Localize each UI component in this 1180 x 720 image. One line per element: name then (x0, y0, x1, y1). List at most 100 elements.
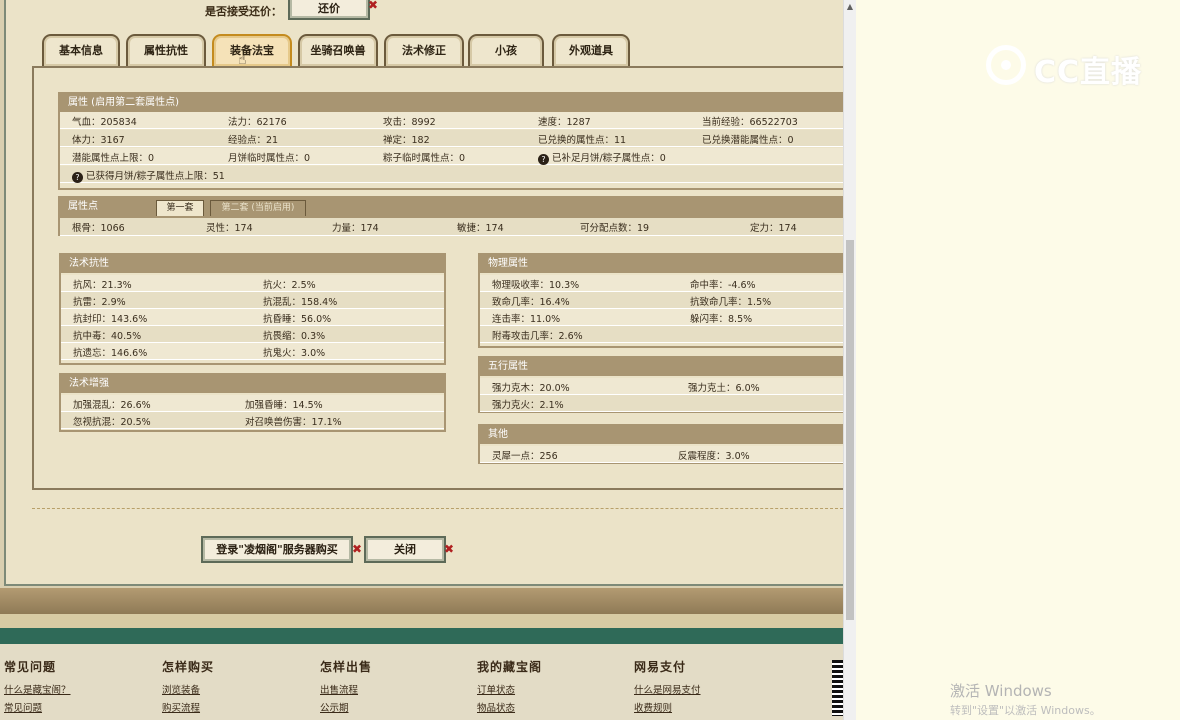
attribute-panel: 属性 (启用第二套属性点) 气血：205834 法力：62176 攻击：8992… (32, 66, 843, 490)
resist-value: 抗畏缩：0.3% (263, 331, 326, 342)
table-row: 抗雷：2.9% 抗混乱：158.4% (61, 292, 444, 309)
stat-obtained-cap: ? 已获得月饼/粽子属性点上限：51 (72, 168, 225, 183)
others-section: 其他 灵犀一点：256 反震程度：3.0% (478, 424, 843, 464)
table-row: 体力：3167 经验点：21 禅定：182 已兑换的属性点：11 已兑换潜能属性… (60, 130, 843, 147)
stat-exp-points: 经验点：21 (228, 135, 279, 146)
activation-watermark-hint: 转到"设置"以激活 Windows。 (950, 704, 1101, 717)
footer-link[interactable]: 购买流程 (162, 700, 200, 714)
point-constitution: 根骨：1066 (72, 223, 125, 234)
scrollbar[interactable]: ▲ (843, 0, 856, 720)
table-row: 抗封印：143.6% 抗昏睡：56.0% (61, 309, 444, 326)
physical-header: 物理属性 (480, 255, 843, 273)
stat-mp: 法力：62176 (228, 117, 287, 128)
buy-on-server-button[interactable]: 登录"凌烟阁"服务器购买 (201, 536, 353, 563)
attributes-header: 属性 (启用第二套属性点) (60, 94, 843, 112)
physical-value: 躲闪率：8.5% (690, 314, 753, 325)
five-elements-header: 五行属性 (480, 358, 843, 376)
point-magic: 灵性：174 (206, 223, 253, 234)
table-row: 潜能属性点上限：0 月饼临时属性点：0 粽子临时属性点：0 ? 已补足月饼/粽子属… (60, 148, 843, 165)
stat-hp: 气血：205834 (72, 117, 137, 128)
point-assignable: 可分配点数：19 (580, 223, 650, 234)
table-row: 物理吸收率：10.3% 命中率：-4.6% (480, 275, 843, 292)
stat-refilled-points: ? 已补足月饼/粽子属性点：0 (538, 150, 666, 165)
tab-mounts-pets[interactable]: 坐骑召唤兽 (298, 34, 378, 66)
scroll-thumb[interactable] (846, 240, 854, 620)
activation-watermark: 激活 Windows (950, 682, 1052, 700)
element-value: 强力克木：20.0% (492, 383, 570, 394)
footer-link[interactable]: 订单状态 (477, 682, 515, 696)
physical-value: 附毒攻击几率：2.6% (492, 331, 583, 342)
tab-basic-info[interactable]: 基本信息 (42, 34, 120, 66)
footer-border (0, 628, 843, 644)
tab-appearance[interactable]: 外观道具 (552, 34, 630, 66)
footer-link[interactable]: 什么是藏宝阁？ (4, 682, 71, 696)
subtab-set-one[interactable]: 第一套 (156, 200, 204, 216)
close-button[interactable]: 关闭 (364, 536, 446, 563)
qr-code-icon (832, 660, 843, 716)
stat-exchanged-potential: 已兑换潜能属性点：0 (702, 135, 794, 146)
boost-value: 忽视抗混：20.5% (73, 417, 151, 428)
boost-value: 加强混乱：26.6% (73, 400, 151, 411)
tab-label: 基本信息 (59, 44, 103, 57)
stat-zen: 禅定：182 (383, 135, 430, 146)
footer-heading: 怎样购买 (162, 660, 215, 674)
subtab-set-two[interactable]: 第二套 (当前启用) (210, 200, 306, 216)
site-footer: 常见问题 什么是藏宝阁？ 常见问题 怎样购买 浏览装备 购买流程 怎样出售 出售… (0, 644, 843, 720)
close-x-icon: ✖ (444, 542, 455, 556)
footer-link[interactable]: 公示期 (320, 700, 349, 714)
tab-spell-mods[interactable]: 法术修正 (384, 34, 464, 66)
scroll-up-arrow-icon[interactable]: ▲ (844, 0, 856, 14)
table-row: 强力克木：20.0% 强力克土：6.0% (480, 378, 843, 395)
footer-link[interactable]: 收费规则 (634, 700, 672, 714)
table-row: 加强混乱：26.6% 加强昏睡：14.5% (61, 395, 444, 412)
magic-resist-header: 法术抗性 (61, 255, 444, 273)
subtab-label: 第一套 (166, 203, 194, 213)
attributes-section: 属性 (启用第二套属性点) 气血：205834 法力：62176 攻击：8992… (58, 92, 843, 190)
physical-value: 命中率：-4.6% (690, 280, 756, 291)
magic-resist-section: 法术抗性 抗风：21.3% 抗火：2.5% 抗雷：2.9% 抗混乱：158.4%… (59, 253, 446, 365)
footer-border (0, 588, 843, 614)
stat-refilled-label: 已补足月饼/粽子属性点：0 (552, 153, 666, 164)
footer-heading: 我的藏宝阁 (477, 660, 543, 674)
stat-obtained-label: 已获得月饼/粽子属性点上限：51 (86, 171, 225, 182)
table-row: 根骨：1066 灵性：174 力量：174 敏捷：174 可分配点数：19 定力… (60, 218, 843, 236)
tab-label: 属性抗性 (144, 44, 188, 57)
stat-mooncake-temp: 月饼临时属性点：0 (228, 153, 311, 164)
footer-link[interactable]: 出售流程 (320, 682, 358, 696)
table-row: 致命几率：16.4% 抗致命几率：1.5% (480, 292, 843, 309)
tab-label: 装备法宝 (230, 44, 274, 57)
table-row: 附毒攻击几率：2.6% (480, 326, 843, 343)
physical-value: 抗致命几率：1.5% (690, 297, 772, 308)
point-endurance: 定力：174 (750, 223, 797, 234)
tab-child[interactable]: 小孩 (468, 34, 544, 66)
boost-value: 加强昏睡：14.5% (245, 400, 323, 411)
offer-label: 是否接受还价： (205, 5, 282, 18)
footer-link[interactable]: 常见问题 (4, 700, 42, 714)
magic-boost-section: 法术增强 加强混乱：26.6% 加强昏睡：14.5% 忽视抗混：20.5% 对召… (59, 373, 446, 432)
divider (32, 508, 843, 509)
resist-value: 抗遗忘：146.6% (73, 348, 148, 359)
help-icon[interactable]: ? (72, 172, 83, 183)
tab-equipment[interactable]: 装备法宝 (212, 34, 292, 66)
resist-value: 抗风：21.3% (73, 280, 132, 291)
footer-link[interactable]: 浏览装备 (162, 682, 200, 696)
table-row: 忽视抗混：20.5% 对召唤兽伤害：17.1% (61, 412, 444, 429)
stat-stamina: 体力：3167 (72, 135, 125, 146)
table-row: ? 已获得月饼/粽子属性点上限：51 (60, 166, 843, 183)
others-header: 其他 (480, 426, 843, 444)
buy-button-label: 登录"凌烟阁"服务器购买 (216, 543, 338, 556)
counter-offer-button[interactable]: 还价 (288, 0, 370, 20)
physical-value: 连击率：11.0% (492, 314, 561, 325)
points-header: 属性点 第一套 第二套 (当前启用) (60, 198, 843, 218)
footer-border (0, 614, 843, 628)
close-x-icon: ✖ (368, 0, 379, 12)
help-icon[interactable]: ? (538, 154, 549, 165)
tab-label: 法术修正 (402, 44, 446, 57)
resist-value: 抗火：2.5% (263, 280, 316, 291)
element-value: 强力克火：2.1% (492, 400, 564, 411)
tab-label: 坐骑召唤兽 (310, 44, 366, 57)
footer-link[interactable]: 物品状态 (477, 700, 515, 714)
table-row: 抗中毒：40.5% 抗畏缩：0.3% (61, 326, 444, 343)
footer-link[interactable]: 什么是网易支付 (634, 682, 701, 696)
tab-attributes[interactable]: 属性抗性 (126, 34, 206, 66)
